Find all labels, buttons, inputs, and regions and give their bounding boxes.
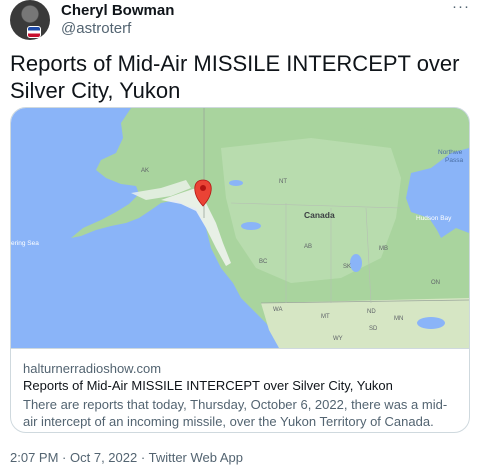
- author-name[interactable]: Cheryl Bowman: [61, 2, 174, 19]
- map-label-sd: SD: [369, 326, 378, 332]
- tweet-timestamp: 2:07 PM · Oct 7, 2022 · Twitter Web App: [10, 450, 243, 465]
- author-handle[interactable]: @astroterf: [61, 20, 131, 37]
- map-label-hudson-bay: Hudson Bay: [416, 215, 452, 222]
- timestamp-date[interactable]: Oct 7, 2022: [70, 450, 137, 465]
- map-label-passage: Passa: [445, 157, 463, 164]
- map-label-mn: MN: [394, 316, 403, 322]
- card-domain: halturnerradioshow.com: [23, 361, 162, 376]
- card-title: Reports of Mid-Air MISSILE INTERCEPT ove…: [23, 378, 393, 393]
- map-image: Canada Northwe Passa Hudson Bay ering Se…: [11, 108, 469, 348]
- map-label-nt: NT: [279, 179, 287, 185]
- tweet-text: Reports of Mid-Air MISSILE INTERCEPT ove…: [10, 51, 460, 103]
- map-label-mb: MB: [379, 246, 388, 252]
- map-label-canada: Canada: [304, 210, 335, 220]
- map-label-wa: WA: [273, 307, 282, 313]
- map-label-nd: ND: [367, 309, 376, 315]
- map-label-wy: WY: [333, 336, 343, 342]
- card-description: There are reports that today, Thursday, …: [23, 397, 448, 429]
- timestamp-separator-2: ·: [140, 450, 146, 465]
- timestamp-separator: ·: [62, 450, 67, 465]
- map-label-ak: AK: [141, 168, 149, 174]
- map-label-sk: SK: [343, 264, 351, 270]
- flag-badge-icon: [27, 26, 41, 38]
- card-info: halturnerradioshow.com Reports of Mid-Ai…: [11, 348, 469, 432]
- map-label-bering-sea: ering Sea: [11, 240, 39, 247]
- map-label-mt: MT: [321, 314, 330, 320]
- link-card[interactable]: Canada Northwe Passa Hudson Bay ering Se…: [10, 107, 470, 433]
- tweet: Cheryl Bowman @astroterf ··· Reports of …: [0, 0, 500, 472]
- map-label-bc: BC: [259, 259, 268, 265]
- map-label-ab: AB: [304, 244, 312, 250]
- map-label-northwest: Northwe: [438, 149, 463, 156]
- more-options-icon[interactable]: ···: [452, 0, 474, 16]
- map-label-on: ON: [431, 280, 440, 286]
- timestamp-time[interactable]: 2:07 PM: [10, 450, 58, 465]
- timestamp-source[interactable]: Twitter Web App: [149, 450, 243, 465]
